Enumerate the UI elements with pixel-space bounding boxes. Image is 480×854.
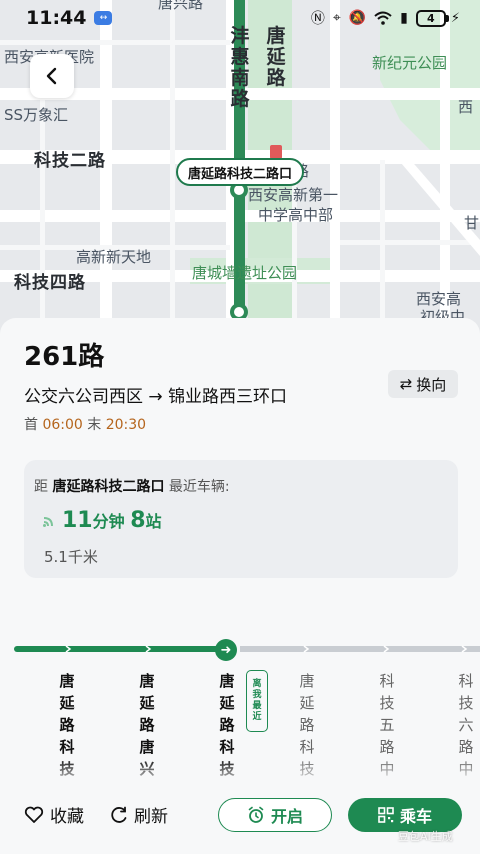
remind-button[interactable]: 开启 xyxy=(218,798,332,832)
refresh-icon xyxy=(111,806,127,823)
map-label-keji4: 科技四路 xyxy=(14,273,86,293)
arrival-card[interactable]: 距 唐延路科技二路口 最近车辆: 11分钟 8站 5.1千米 xyxy=(24,460,458,578)
map-label-park: 唐城墙遗址公园 xyxy=(192,264,298,282)
eta-stops-unit: 站 xyxy=(145,512,162,531)
map-label-taohui-road: 沣惠南路 xyxy=(230,25,250,110)
last-bus-time: 20:30 xyxy=(105,417,147,433)
route-progress-track xyxy=(14,645,480,653)
eta-stops: 8 xyxy=(130,508,146,533)
status-time: 11:44 xyxy=(26,7,87,29)
remind-label: 开启 xyxy=(270,807,303,826)
swap-icon: ⇄ xyxy=(399,375,413,393)
app-notification-icon: ↔ xyxy=(94,11,113,25)
favorite-button[interactable]: 收藏 xyxy=(24,802,84,827)
map-label-keji2: 科技二路 xyxy=(34,151,106,171)
map-label-xintiandi: 高新新天地 xyxy=(76,248,152,266)
map-label-east-edge: 甘 xyxy=(464,214,480,232)
arrival-suffix: 最近车辆: xyxy=(168,479,230,495)
poi-pin xyxy=(270,145,282,159)
charging-icon: ⚡ xyxy=(450,10,460,26)
map-label-school-2: 中学高中部 xyxy=(258,206,334,224)
arrival-eta: 11分钟 8站 xyxy=(62,508,162,533)
map-label-west-edge: 西 xyxy=(458,98,474,116)
stop-callout[interactable]: 唐延路科技二路口 xyxy=(176,158,305,186)
battery-icon: 4 ⚡ xyxy=(415,9,460,27)
route-direction: 公交六公司西区 → 锦业路西三环口 xyxy=(24,382,287,407)
status-icons: Ⓝ ⌖ 🔕 ▮ 4 ⚡ xyxy=(311,8,460,28)
heart-icon xyxy=(24,806,44,823)
back-button[interactable] xyxy=(30,54,74,98)
map-label-xinjiyuan: 新纪元公园 xyxy=(372,54,448,72)
mute-icon: 🔕 xyxy=(348,10,367,26)
route-sheet: 261路 公交六公司西区 → 锦业路西三环口 ⇄ 换向 首 06:00 末 20… xyxy=(0,318,480,854)
arrival-prefix: 距 xyxy=(34,479,48,495)
current-stop-arrow-icon: ➜ xyxy=(215,639,237,661)
next-stop-marker xyxy=(230,303,248,321)
arrival-distance: 5.1千米 xyxy=(44,548,98,566)
sheet-fade xyxy=(0,758,480,788)
arrival-stop: 唐延路科技二路口 xyxy=(52,479,165,495)
arrival-label: 距 唐延路科技二路口 最近车辆: xyxy=(34,476,230,496)
alarm-clock-icon xyxy=(248,806,264,823)
wifi-icon xyxy=(374,11,392,25)
refresh-label: 刷新 xyxy=(134,807,168,827)
eta-minutes-unit: 分钟 xyxy=(92,512,125,531)
eta-minutes: 11 xyxy=(62,508,93,533)
realtime-signal-icon xyxy=(43,517,53,527)
last-bus-label: 末 xyxy=(87,417,102,433)
battery-level: 4 xyxy=(415,9,446,27)
favorite-label: 收藏 xyxy=(50,807,84,827)
first-bus-time: 06:00 xyxy=(42,417,83,433)
nearest-stop-badge: 离我最近 xyxy=(246,670,268,732)
refresh-button[interactable]: 刷新 xyxy=(110,802,168,827)
swap-label: 换向 xyxy=(416,375,447,394)
route-name: 261路 xyxy=(24,342,105,372)
sim-alert-icon: ▮ xyxy=(400,10,408,26)
map-label-wanxiang: SS万象汇 xyxy=(4,106,69,124)
location-icon: ⌖ xyxy=(332,10,341,26)
nfc-icon: Ⓝ xyxy=(310,11,325,27)
map-view[interactable]: 唐兴路 西安高新医院 新纪元公园 SS万象汇 科技二路 西 西安高新第一 中学高… xyxy=(0,0,480,340)
action-bar: 收藏 刷新 开启 乘车 xyxy=(0,788,480,854)
qr-code-icon xyxy=(378,807,394,823)
route-arrow-icon: → xyxy=(148,387,163,407)
swap-direction-button[interactable]: ⇄ 换向 xyxy=(388,370,458,398)
ai-watermark: 豆包AI生成 xyxy=(398,830,453,843)
board-button[interactable]: 乘车 xyxy=(348,798,462,832)
service-hours: 首 06:00 末 20:30 xyxy=(24,414,146,434)
route-to: 锦业路西三环口 xyxy=(168,387,288,407)
first-bus-label: 首 xyxy=(24,417,38,433)
chevron-left-icon xyxy=(46,67,57,85)
board-label: 乘车 xyxy=(399,807,432,826)
map-label-school: 西安高新第一 xyxy=(248,186,339,204)
route-from: 公交六公司西区 xyxy=(24,387,143,407)
status-bar: 11:44 ↔ Ⓝ ⌖ 🔕 ▮ 4 ⚡ xyxy=(0,0,480,36)
